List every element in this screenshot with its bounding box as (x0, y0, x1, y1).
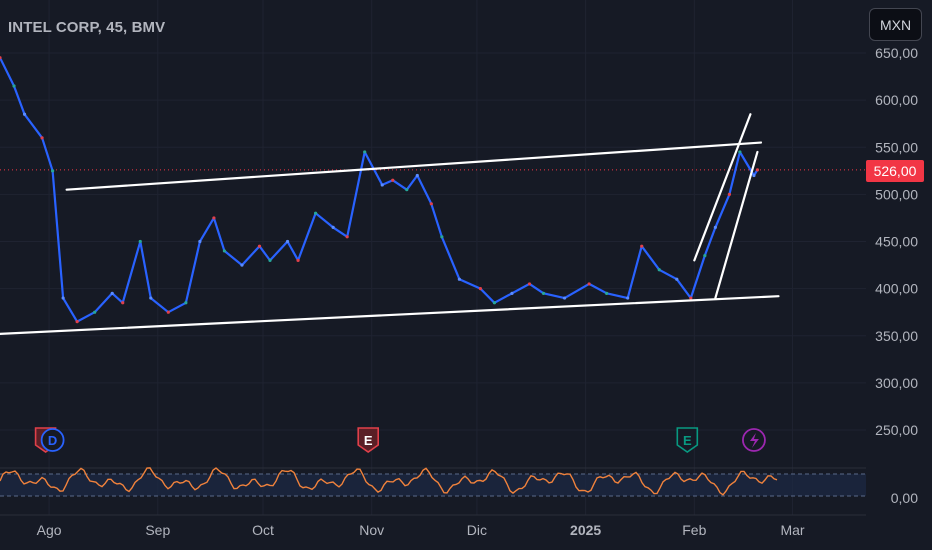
price-point (689, 296, 693, 300)
price-point (222, 249, 227, 253)
symbol-title[interactable]: INTEL CORP, 45, BMV (8, 19, 165, 36)
price-point (541, 291, 546, 295)
y-tick-label: 250,00 (875, 422, 918, 438)
y-tick-label: 650,00 (875, 45, 918, 61)
price-point (587, 282, 591, 286)
price-point (605, 291, 609, 295)
y-tick-label: 600,00 (875, 92, 918, 108)
x-tick-label: Oct (252, 522, 274, 538)
x-tick-label: Dic (467, 522, 487, 538)
price-point (738, 150, 742, 154)
price-point (138, 239, 142, 244)
currency-button[interactable]: MXN (869, 8, 922, 41)
price-point (380, 183, 384, 187)
price-point (657, 268, 661, 272)
y-tick-label: 500,00 (875, 186, 918, 202)
price-point (268, 258, 272, 262)
price-point (752, 173, 756, 178)
price-point (478, 287, 483, 291)
oscillator-axis-label: 0,00 (891, 490, 918, 506)
price-point (22, 112, 27, 116)
price-point (527, 282, 532, 286)
price-point (198, 239, 202, 244)
last-price-tag: 526,00 (866, 160, 924, 182)
price-point (149, 296, 153, 300)
price-point (429, 202, 433, 206)
price-point (440, 235, 444, 239)
price-point (93, 310, 97, 314)
event-label: E (683, 433, 692, 448)
x-tick-label: Feb (682, 522, 706, 538)
price-point (314, 211, 318, 215)
y-tick-label: 400,00 (875, 281, 918, 297)
x-tick-label: Sep (145, 522, 170, 538)
x-tick-label: 2025 (570, 522, 601, 538)
price-point (391, 178, 395, 182)
price-point (212, 216, 216, 220)
price-point (405, 188, 409, 192)
lightning-icon (742, 428, 766, 452)
price-chart[interactable]: 650,00 600,00 550,00 500,00 450,00 400,00 350,… (0, 0, 932, 550)
price-point (457, 277, 461, 281)
x-tick-label: Ago (37, 522, 62, 538)
price-point (675, 277, 679, 281)
price-point (296, 258, 300, 262)
oscillator-band (0, 474, 866, 496)
price-point (492, 301, 497, 305)
event-label: D (48, 433, 57, 448)
y-tick-label: 450,00 (875, 234, 918, 250)
y-tick-label: 350,00 (875, 328, 918, 344)
price-point (121, 301, 125, 305)
price-point (713, 225, 717, 229)
x-tick-label: Nov (359, 522, 384, 538)
x-tick-label: Mar (780, 522, 804, 538)
price-point (703, 254, 707, 258)
price-point (40, 136, 44, 140)
price-point (12, 84, 16, 88)
price-point (510, 291, 514, 295)
price-point (51, 169, 55, 173)
price-point (240, 263, 244, 267)
price-point (415, 173, 419, 178)
price-point (285, 239, 290, 244)
price-point (184, 301, 188, 305)
y-tick-label: 300,00 (875, 375, 918, 391)
price-point (727, 192, 731, 196)
price-point (257, 244, 262, 248)
price-point (61, 296, 65, 300)
price-point (363, 150, 367, 154)
price-point (75, 320, 79, 324)
price-point (345, 235, 349, 239)
price-point (640, 244, 644, 248)
event-label: E (364, 433, 373, 448)
price-point (626, 296, 630, 300)
price-point (166, 310, 170, 314)
price-point (110, 291, 114, 295)
price-point (562, 296, 567, 300)
dividend-icon: D (40, 428, 65, 452)
price-point (331, 225, 335, 229)
y-tick-label: 550,00 (875, 139, 918, 155)
price-point (755, 168, 760, 172)
